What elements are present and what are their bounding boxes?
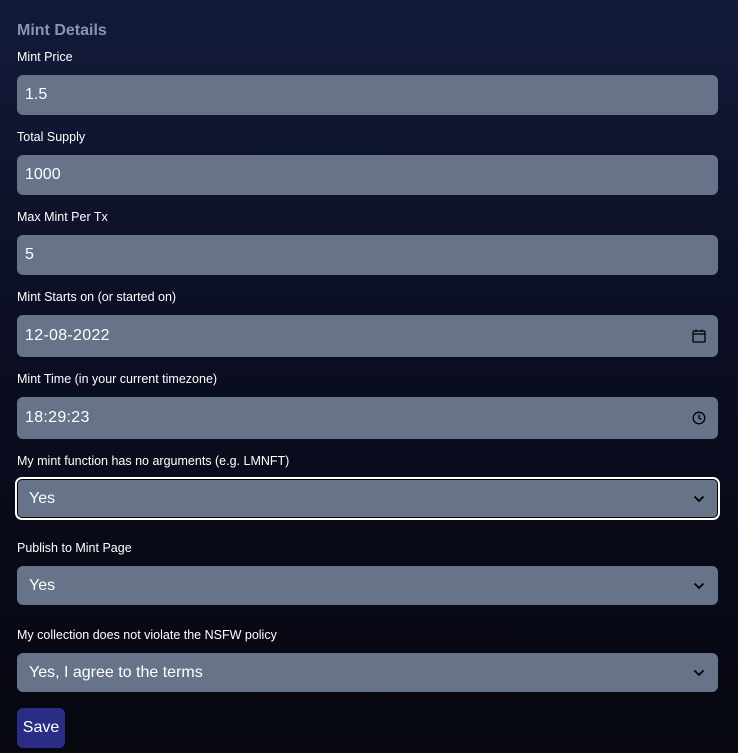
chevron-down-icon: [690, 664, 708, 682]
max-mint-per-tx-input[interactable]: 5: [17, 235, 718, 275]
publish-to-mint-page-value: Yes: [29, 576, 56, 594]
save-button[interactable]: Save: [17, 708, 65, 748]
nsfw-policy-label: My collection does not violate the NSFW …: [17, 628, 277, 642]
nsfw-policy-value: Yes, I agree to the terms: [29, 663, 203, 681]
no-arguments-value: Yes: [29, 489, 56, 507]
total-supply-value: 1000: [25, 166, 61, 183]
section-title: Mint Details: [17, 22, 107, 39]
mint-start-date-value: 12-08-2022: [25, 327, 110, 344]
calendar-icon[interactable]: [690, 327, 708, 345]
publish-to-mint-page-select[interactable]: Yes: [17, 566, 718, 605]
publish-to-mint-page-label: Publish to Mint Page: [17, 541, 132, 555]
max-mint-per-tx-label: Max Mint Per Tx: [17, 210, 108, 224]
total-supply-label: Total Supply: [17, 130, 86, 144]
max-mint-per-tx-value: 5: [25, 246, 34, 263]
mint-start-date-label: Mint Starts on (or started on): [17, 290, 177, 304]
mint-price-value: 1.5: [25, 86, 48, 103]
chevron-down-icon: [690, 577, 708, 595]
no-arguments-select[interactable]: Yes: [15, 477, 720, 520]
mint-price-input[interactable]: 1.5: [17, 75, 718, 115]
mint-price-label: Mint Price: [17, 50, 73, 64]
mint-time-value: 18:29:23: [25, 409, 90, 426]
mint-time-label: Mint Time (in your current timezone): [17, 372, 218, 386]
total-supply-input[interactable]: 1000: [17, 155, 718, 195]
chevron-down-icon: [690, 490, 708, 508]
mint-time-input[interactable]: 18:29:23: [17, 397, 718, 439]
nsfw-policy-select[interactable]: Yes, I agree to the terms: [17, 653, 718, 692]
no-arguments-label: My mint function has no arguments (e.g. …: [17, 454, 290, 468]
mint-start-date-input[interactable]: 12-08-2022: [17, 315, 718, 357]
clock-icon[interactable]: [690, 409, 708, 427]
